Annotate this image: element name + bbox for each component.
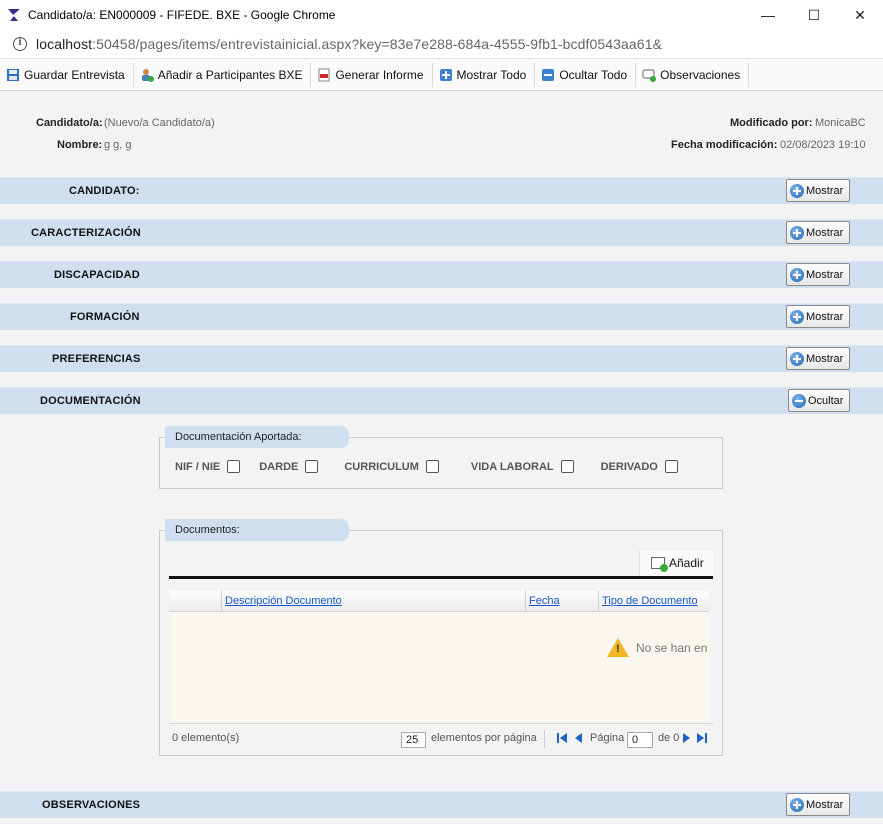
candidate-label: Candidato/a:	[36, 117, 103, 129]
section-title: FORMACIÓN	[70, 311, 140, 323]
close-button[interactable]: ✕	[837, 0, 883, 30]
url-text[interactable]: localhost:50458/pages/items/entrevistain…	[36, 36, 662, 52]
window-title: Candidato/a: EN000009 - FIFEDE. BXE - Go…	[28, 8, 336, 22]
add-document-icon	[651, 557, 668, 572]
show-candidato-button[interactable]: Mostrar	[786, 179, 850, 202]
modified-by-value: MonicaBC	[815, 117, 866, 129]
page-label: Página	[590, 732, 625, 744]
section-observaciones: OBSERVACIONES Mostrar	[0, 791, 883, 818]
app-logo-icon	[8, 9, 20, 21]
pager-separator	[544, 730, 545, 748]
documents-grid-header: Descripción Documento Fecha Tipo de Docu…	[169, 591, 709, 612]
hide-documentacion-button[interactable]: Ocultar	[788, 389, 850, 412]
add-participants-button[interactable]: Añadir a Participantes BXE	[134, 63, 312, 87]
vida-laboral-check[interactable]: VIDA LABORAL	[471, 460, 574, 473]
documentacion-aportada-legend: Documentación Aportada:	[165, 426, 349, 448]
plus-icon	[790, 309, 804, 324]
section-title: CARACTERIZACIÓN	[31, 227, 141, 239]
col-tipo[interactable]: Tipo de Documento	[598, 591, 709, 612]
show-caracterizacion-button[interactable]: Mostrar	[786, 221, 850, 244]
minimize-button[interactable]: —	[745, 0, 791, 30]
window-titlebar: Candidato/a: EN000009 - FIFEDE. BXE - Go…	[0, 0, 883, 30]
section-candidato: CANDIDATO: Mostrar	[0, 177, 883, 204]
empty-message: ! No se han en	[607, 638, 707, 657]
last-page-bar	[705, 733, 707, 743]
plus-icon	[790, 267, 804, 282]
derivado-check[interactable]: DERIVADO	[601, 460, 678, 473]
candidate-value: (Nuevo/a Candidato/a)	[104, 117, 215, 129]
section-title: DOCUMENTACIÓN	[40, 395, 141, 407]
warning-icon: !	[607, 638, 629, 657]
add-user-icon	[141, 69, 154, 82]
first-page-icon[interactable]	[560, 733, 567, 743]
section-title: OBSERVACIONES	[42, 799, 141, 811]
documents-pager: 0 elemento(s) 25 elementos por página Pá…	[169, 723, 713, 753]
first-page-bar	[557, 733, 559, 743]
documents-grid-toolbar: Añadir	[169, 550, 713, 579]
page-size-label: elementos por página	[431, 732, 537, 744]
col-fecha[interactable]: Fecha	[525, 591, 598, 612]
generate-report-button[interactable]: Generar Informe	[311, 63, 433, 87]
modified-date-label: Fecha modificación:	[671, 139, 778, 151]
address-bar[interactable]: i localhost:50458/pages/items/entrevista…	[0, 30, 883, 59]
curriculum-check[interactable]: CURRICULUM	[344, 460, 439, 473]
curriculum-checkbox[interactable]	[425, 460, 439, 473]
darde-checkbox[interactable]	[305, 460, 319, 473]
observations-button[interactable]: Observaciones	[636, 63, 750, 87]
prev-page-icon[interactable]	[575, 733, 582, 743]
show-discapacidad-button[interactable]: Mostrar	[786, 263, 850, 286]
documentos-legend: Documentos:	[165, 519, 349, 541]
nif-nie-checkbox[interactable]	[227, 460, 241, 473]
show-observaciones-button[interactable]: Mostrar	[786, 793, 850, 816]
modified-by-label: Modificado por:	[730, 117, 813, 129]
page-input[interactable]: 0	[627, 732, 653, 748]
plus-icon	[790, 183, 804, 198]
minus-icon	[792, 393, 806, 408]
item-count: 0 elemento(s)	[172, 732, 240, 744]
expand-icon	[439, 69, 452, 81]
maximize-button[interactable]: ☐	[791, 0, 837, 30]
add-document-button[interactable]: Añadir	[639, 550, 713, 576]
section-caracterizacion: CARACTERIZACIÓN Mostrar	[0, 219, 883, 246]
last-page-icon[interactable]	[697, 733, 704, 743]
plus-icon	[790, 797, 804, 812]
col-descripcion[interactable]: Descripción Documento	[221, 591, 525, 612]
nif-nie-check[interactable]: NIF / NIE	[175, 460, 241, 473]
derivado-checkbox[interactable]	[664, 460, 678, 473]
next-page-icon[interactable]	[683, 733, 690, 743]
modified-date-value: 02/08/2023 19:10	[780, 139, 866, 151]
plus-icon	[790, 351, 804, 366]
section-documentacion: DOCUMENTACIÓN Ocultar	[0, 387, 883, 414]
page-toolbar: Guardar Entrevista Añadir a Participante…	[0, 60, 883, 91]
section-formacion: FORMACIÓN Mostrar	[0, 303, 883, 330]
show-all-button[interactable]: Mostrar Todo	[433, 63, 536, 87]
name-value: g g, g	[104, 139, 132, 151]
section-title: DISCAPACIDAD	[54, 269, 140, 281]
vida-laboral-checkbox[interactable]	[560, 460, 574, 473]
section-title: PREFERENCIAS	[52, 353, 141, 365]
pdf-icon	[318, 68, 330, 82]
name-label: Nombre:	[57, 139, 103, 151]
documents-grid-body: ! No se han en	[169, 612, 709, 722]
section-preferencias: PREFERENCIAS Mostrar	[0, 345, 883, 372]
save-interview-button[interactable]: Guardar Entrevista	[0, 63, 134, 87]
site-info-icon[interactable]: i	[13, 37, 27, 51]
darde-check[interactable]: DARDE	[259, 460, 319, 473]
candidate-header: Candidato/a: (Nuevo/a Candidato/a) Nombr…	[0, 91, 883, 177]
show-preferencias-button[interactable]: Mostrar	[786, 347, 850, 370]
window-controls: — ☐ ✕	[745, 0, 883, 30]
section-title: CANDIDATO:	[69, 185, 140, 197]
floppy-disk-icon	[7, 69, 19, 81]
page-of-label: de 0	[658, 732, 680, 744]
collapse-icon	[542, 69, 555, 81]
section-discapacidad: DISCAPACIDAD Mostrar	[0, 261, 883, 288]
page-size-input[interactable]: 25	[401, 732, 426, 748]
document-checkboxes: NIF / NIE DARDE CURRICULUM VIDA LABORAL …	[175, 460, 678, 473]
plus-icon	[790, 225, 804, 240]
comment-icon	[642, 69, 657, 82]
hide-all-button[interactable]: Ocultar Todo	[535, 63, 637, 87]
show-formacion-button[interactable]: Mostrar	[786, 305, 850, 328]
